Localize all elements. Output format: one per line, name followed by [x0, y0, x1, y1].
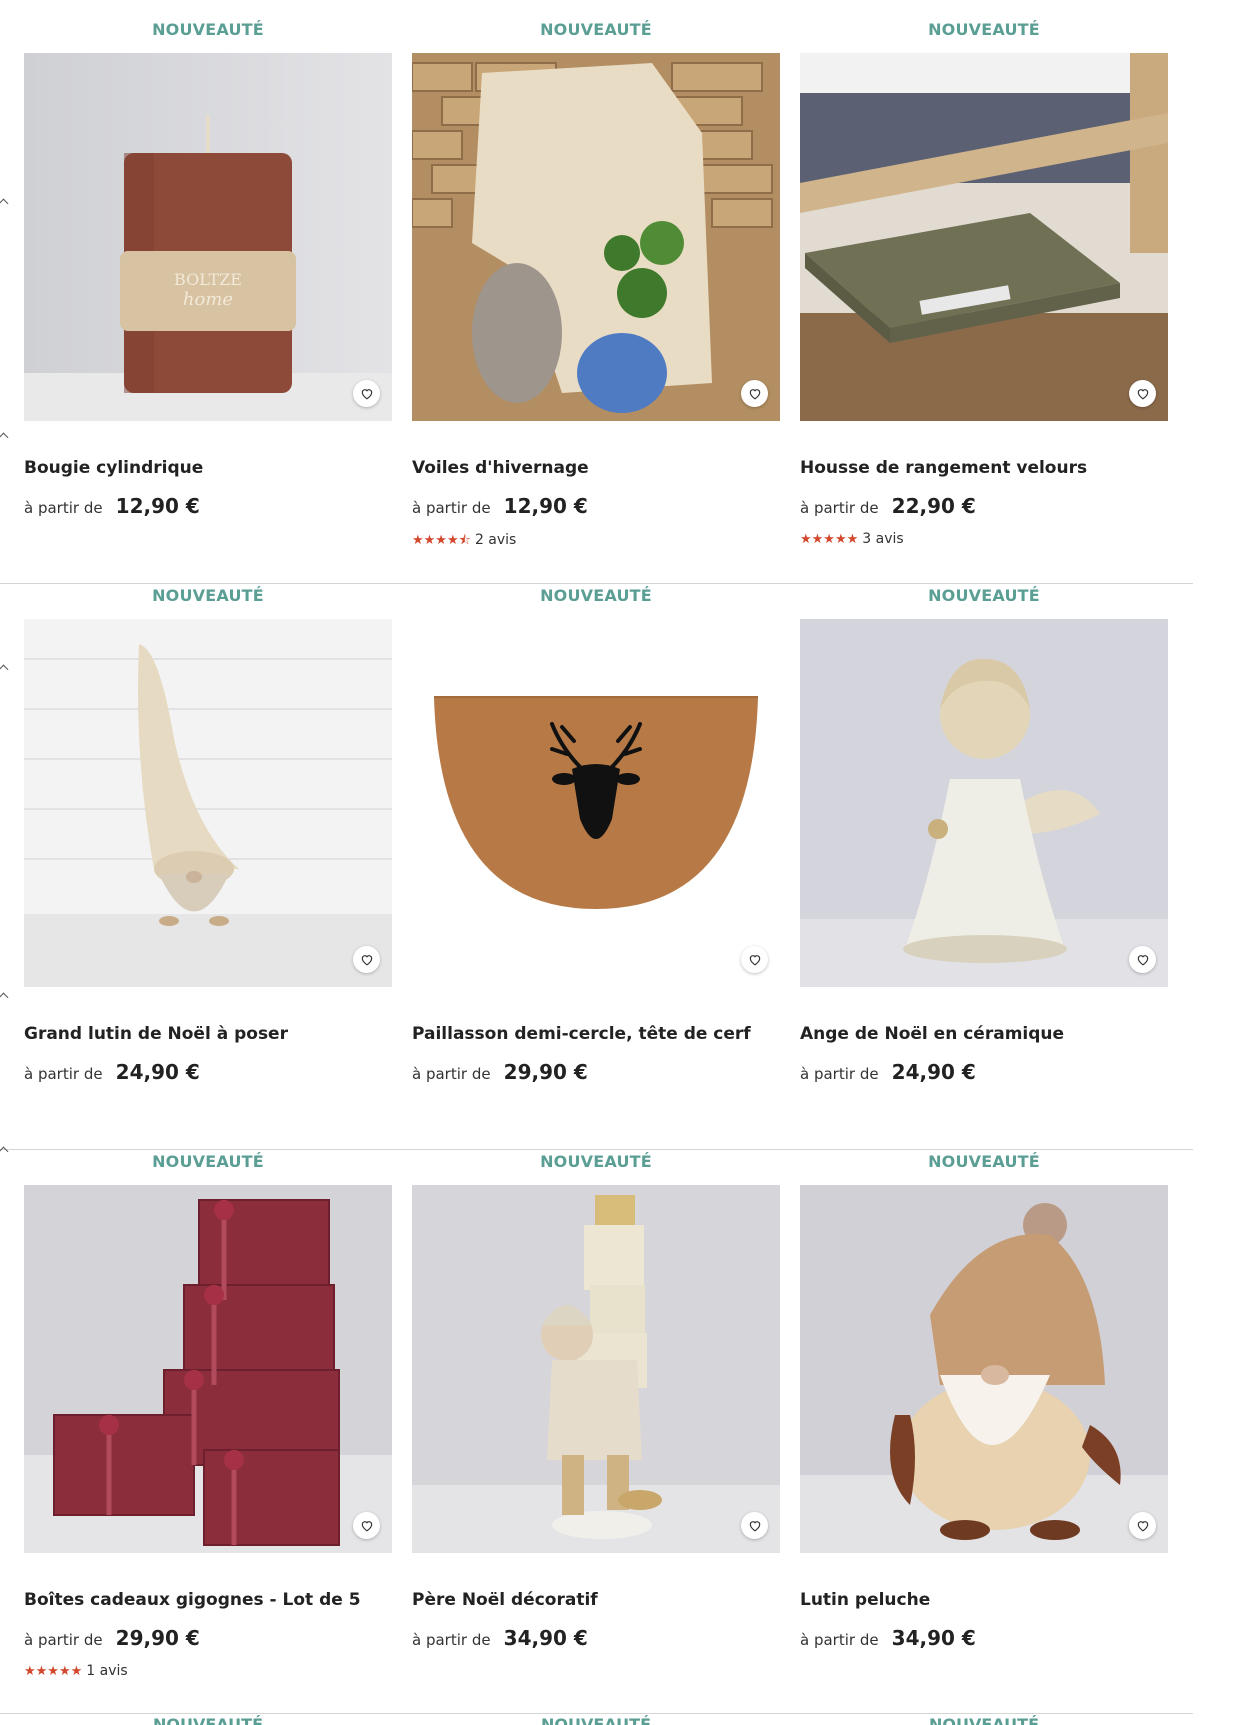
svg-text:BOLTZE: BOLTZE	[174, 270, 242, 289]
product-price: 24,90 €	[891, 1060, 976, 1084]
price-line: à partir de 34,90 €	[412, 1626, 588, 1650]
review-count: 1 avis	[86, 1663, 128, 1679]
heart-icon	[1137, 1521, 1148, 1532]
favorite-button[interactable]	[353, 946, 380, 973]
favorite-button[interactable]	[741, 1512, 768, 1539]
new-badge: NOUVEAUTÉ	[152, 20, 264, 39]
product-grid: NOUVEAUTÉ BOLTZE home Bougie cylindrique…	[0, 0, 1250, 1725]
product-image-doormat[interactable]	[412, 619, 780, 987]
product-card[interactable]: NOUVEAUTÉ BOLTZE home Bougie cylindrique…	[24, 0, 392, 566]
product-card[interactable]: NOUVEAUTÉ Paillasson demi-cercle, tête d…	[412, 566, 780, 1132]
heart-icon	[1137, 955, 1148, 966]
new-badge: NOUVEAUTÉ	[152, 586, 264, 605]
product-card[interactable]: NOUVEAUTÉ Voiles d'hivernage à partir de…	[412, 0, 780, 566]
product-title[interactable]: Boîtes cadeaux gigognes - Lot de 5	[24, 1590, 392, 1610]
product-title[interactable]: Ange de Noël en céramique	[800, 1024, 1168, 1044]
heart-icon	[749, 1521, 760, 1532]
product-title[interactable]: Bougie cylindrique	[24, 458, 392, 478]
favorite-button[interactable]	[1129, 380, 1156, 407]
star-rating-icon: ★★★★⯪	[412, 533, 471, 548]
product-row: NOUVEAUTÉ Grand lutin de Noël à poser à …	[0, 566, 1193, 1132]
price-prefix: à partir de	[412, 499, 491, 517]
svg-text:home: home	[183, 289, 233, 310]
star-rating-icon: ★★★★★	[24, 1664, 83, 1679]
price-prefix: à partir de	[800, 1631, 879, 1649]
heart-icon	[749, 955, 760, 966]
product-row: NOUVEAUTÉ BOLTZE home Bougie cylindrique…	[0, 0, 1193, 566]
price-line: à partir de 24,90 €	[24, 1060, 200, 1084]
new-badge: NOUVEAUTÉ	[928, 586, 1040, 605]
favorite-button[interactable]	[353, 380, 380, 407]
heart-icon	[361, 389, 372, 400]
product-image-plush-gnome[interactable]	[800, 1185, 1168, 1553]
favorite-button[interactable]	[1129, 1512, 1156, 1539]
new-badge: NOUVEAUTÉ	[152, 1715, 264, 1725]
new-badge: NOUVEAUTÉ	[152, 1152, 264, 1171]
new-badge: NOUVEAUTÉ	[540, 1715, 652, 1725]
product-image-winter-veil[interactable]	[412, 53, 780, 421]
product-title[interactable]: Housse de rangement velours	[800, 458, 1168, 478]
product-title[interactable]: Père Noël décoratif	[412, 1590, 780, 1610]
price-line: à partir de 22,90 €	[800, 494, 976, 518]
product-price: 34,90 €	[891, 1626, 976, 1650]
product-card[interactable]: NOUVEAUTÉ Ange de Noël en céramique à pa…	[800, 566, 1168, 1132]
price-prefix: à partir de	[800, 1065, 879, 1083]
product-card[interactable]: NOUVEAUTÉ Lutin peluche à partir de 34,9…	[800, 1132, 1168, 1698]
review-count: 3 avis	[862, 531, 904, 547]
price-line: à partir de 34,90 €	[800, 1626, 976, 1650]
price-line: à partir de 24,90 €	[800, 1060, 976, 1084]
heart-icon	[361, 1521, 372, 1532]
price-prefix: à partir de	[24, 1065, 103, 1083]
product-title[interactable]: Voiles d'hivernage	[412, 458, 780, 478]
product-card[interactable]: NOUVEAUTÉ	[412, 1132, 780, 1698]
price-prefix: à partir de	[800, 499, 879, 517]
new-badge: NOUVEAUTÉ	[928, 1152, 1040, 1171]
price-line: à partir de 29,90 €	[24, 1626, 200, 1650]
product-price: 22,90 €	[891, 494, 976, 518]
product-title[interactable]: Grand lutin de Noël à poser	[24, 1024, 392, 1044]
star-rating-icon: ★★★★★	[800, 532, 859, 547]
price-prefix: à partir de	[24, 499, 103, 517]
new-badge: NOUVEAUTÉ	[540, 586, 652, 605]
rating[interactable]: ★★★★★ 1 avis	[24, 1663, 128, 1679]
new-badge: NOUVEAUTÉ	[928, 1715, 1040, 1725]
heart-icon	[1137, 389, 1148, 400]
product-price: 12,90 €	[115, 494, 200, 518]
price-line: à partir de 12,90 €	[24, 494, 200, 518]
product-card[interactable]: NOUVEAUTÉ Grand lutin de Noël à poser à …	[24, 566, 392, 1132]
product-image-gnome[interactable]	[24, 619, 392, 987]
heart-icon	[361, 955, 372, 966]
product-price: 29,90 €	[503, 1060, 588, 1084]
product-card[interactable]: NOUVEAUTÉ Housse de rangement velours à …	[800, 0, 1168, 566]
favorite-button[interactable]	[741, 946, 768, 973]
price-line: à partir de 29,90 €	[412, 1060, 588, 1084]
rating[interactable]: ★★★★⯪ 2 avis	[412, 531, 516, 553]
favorite-button[interactable]	[741, 380, 768, 407]
favorite-button[interactable]	[1129, 946, 1156, 973]
review-count: 2 avis	[474, 532, 517, 548]
rating[interactable]: ★★★★★ 3 avis	[800, 531, 904, 547]
product-image-santa[interactable]	[412, 1185, 780, 1553]
product-image-gift-boxes[interactable]	[24, 1185, 392, 1553]
product-row: NOUVEAUTÉ Boîtes cadeaux gigognes - Lot …	[0, 1132, 1193, 1698]
new-badge: NOUVEAUTÉ	[928, 20, 1040, 39]
price-line: à partir de 12,90 €	[412, 494, 588, 518]
product-price: 29,90 €	[115, 1626, 200, 1650]
product-title[interactable]: Paillasson demi-cercle, tête de cerf	[412, 1024, 780, 1044]
new-badge: NOUVEAUTÉ	[540, 1152, 652, 1171]
product-image-candle[interactable]: BOLTZE home	[24, 53, 392, 421]
product-image-angel[interactable]	[800, 619, 1168, 987]
product-price: 34,90 €	[503, 1626, 588, 1650]
price-prefix: à partir de	[412, 1065, 491, 1083]
favorite-button[interactable]	[353, 1512, 380, 1539]
new-badge: NOUVEAUTÉ	[540, 20, 652, 39]
heart-icon	[749, 389, 760, 400]
price-prefix: à partir de	[412, 1631, 491, 1649]
product-title[interactable]: Lutin peluche	[800, 1590, 1168, 1610]
product-price: 24,90 €	[115, 1060, 200, 1084]
product-image-storage-bag[interactable]	[800, 53, 1168, 421]
product-card[interactable]: NOUVEAUTÉ	[24, 1132, 392, 1698]
product-price: 12,90 €	[503, 494, 588, 518]
price-prefix: à partir de	[24, 1631, 103, 1649]
